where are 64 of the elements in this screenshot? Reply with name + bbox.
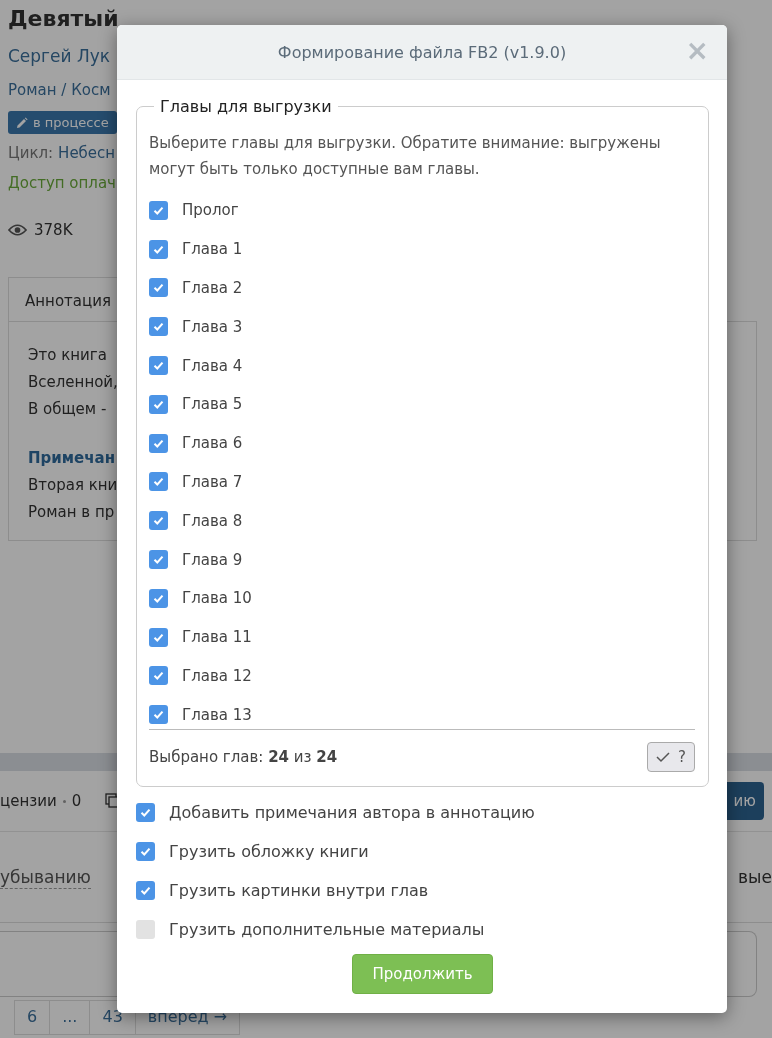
chapter-label[interactable]: Глава 11: [182, 628, 252, 647]
annotation-text: В общем -: [28, 399, 107, 420]
checkbox[interactable]: [149, 356, 168, 376]
chapter-label[interactable]: Глава 4: [182, 356, 243, 375]
checkbox[interactable]: [149, 200, 168, 220]
checkbox[interactable]: [149, 239, 168, 259]
selected-count: Выбрано глав: 24 из 24: [149, 748, 338, 766]
status-badge: в процессе: [8, 111, 117, 134]
checkbox[interactable]: [149, 278, 168, 298]
page-link[interactable]: ...: [49, 1000, 90, 1035]
note-heading: Примечан: [28, 448, 116, 469]
chapter-label[interactable]: Глава 5: [182, 395, 243, 414]
checkbox[interactable]: [149, 472, 168, 492]
checkbox[interactable]: [136, 803, 155, 822]
option-label[interactable]: Добавить примечания автора в аннотацию: [169, 803, 535, 822]
chapter-label[interactable]: Глава 3: [182, 317, 243, 336]
reviews-count: 0: [71, 792, 82, 810]
option-label[interactable]: Грузить дополнительные материалы: [169, 920, 485, 939]
description-text: Выберите главы для выгрузки. Обратите внимание: выгружены могут быть только доступные вам главы.: [149, 133, 662, 180]
checkbox[interactable]: [149, 666, 168, 686]
book-title: Девятый: [8, 5, 119, 33]
checkbox[interactable]: [149, 394, 168, 414]
check-icon: [656, 751, 671, 763]
chapter-label[interactable]: Глава 2: [182, 279, 243, 297]
pencil-icon: [16, 116, 28, 129]
eye-icon: [8, 223, 27, 237]
option-label[interactable]: Грузить обложку книги: [169, 842, 369, 861]
page-link[interactable]: 6: [14, 1000, 50, 1035]
annotation-text: Вселенной,: [28, 372, 118, 393]
chapter-label[interactable]: Глава 6: [182, 434, 243, 453]
checkbox[interactable]: [149, 627, 168, 647]
checkbox[interactable]: [149, 433, 168, 453]
checkbox[interactable]: [149, 511, 168, 531]
chapter-label[interactable]: Глава 8: [182, 511, 243, 530]
sort-link[interactable]: убыванию: [0, 865, 91, 889]
cycle-label: Цикл:: [8, 143, 54, 164]
group-title: Главы для выгрузки: [159, 97, 333, 116]
checkbox[interactable]: [136, 842, 155, 861]
dialog-title: Формирование файла FB2 (v1.9.0): [277, 42, 567, 62]
annotation-text: Это книга: [28, 345, 107, 366]
chapter-label[interactable]: Пролог: [182, 201, 239, 220]
annotation-text: Роман в пр: [28, 502, 115, 523]
author-link[interactable]: Сергей Лук: [8, 44, 111, 68]
chapter-label[interactable]: Глава 9: [182, 550, 243, 569]
filter-link[interactable]: вые: [738, 867, 772, 887]
checkbox[interactable]: [136, 881, 155, 900]
genre-link[interactable]: Роман / Косм: [8, 79, 111, 101]
chapter-label[interactable]: Глава 12: [182, 666, 252, 685]
checkbox[interactable]: [149, 550, 168, 570]
chapter-label[interactable]: Глава 10: [182, 589, 252, 608]
chapter-label[interactable]: Глава 13: [182, 705, 252, 724]
annotation-text: Вторая кни: [28, 475, 118, 496]
chapter-label[interactable]: Глава 1: [182, 240, 243, 259]
views-count: 378K: [34, 221, 73, 239]
reviews-tab[interactable]: цензии: [0, 792, 57, 810]
checkbox[interactable]: [149, 705, 168, 725]
option-label[interactable]: Грузить картинки внутри глав: [169, 881, 429, 900]
chapter-label[interactable]: Глава 7: [182, 472, 243, 491]
checkbox[interactable]: [149, 588, 168, 608]
toggle-all-button[interactable]: ?: [647, 742, 695, 772]
access-status: Доступ оплач: [8, 173, 116, 194]
cycle-link[interactable]: Небесн: [58, 142, 116, 164]
checkbox[interactable]: [149, 317, 168, 337]
checkbox[interactable]: [136, 920, 155, 939]
